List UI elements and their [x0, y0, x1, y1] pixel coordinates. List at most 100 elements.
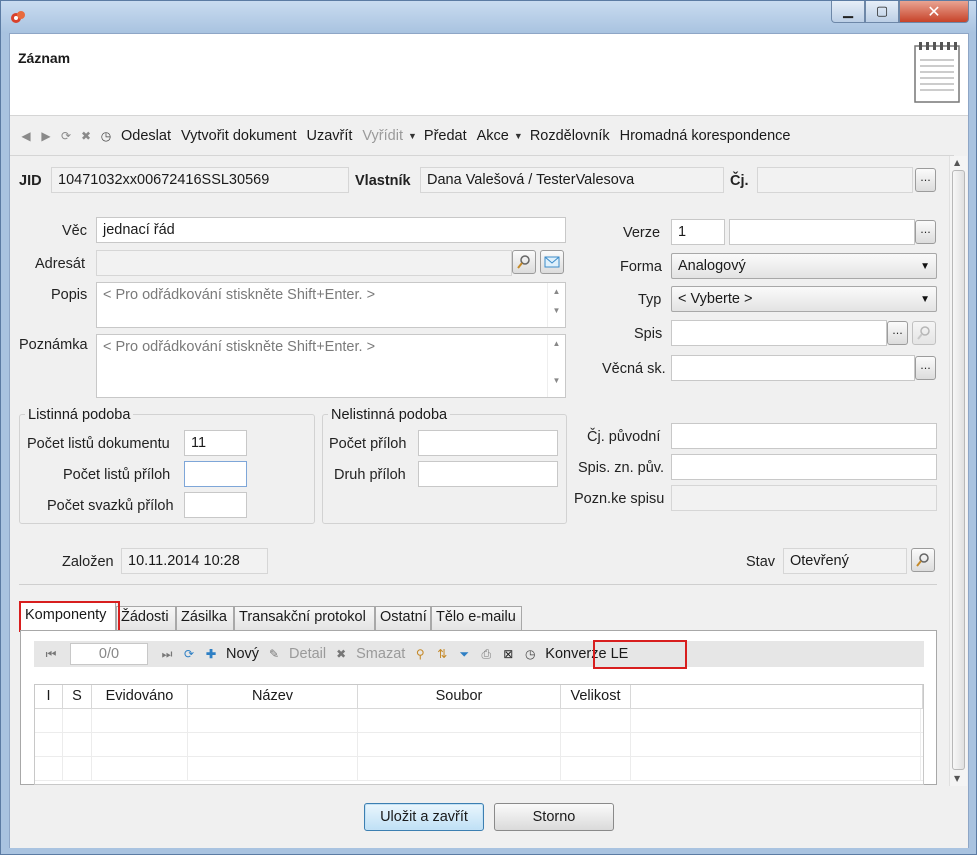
notepad-icon: [914, 42, 960, 103]
chevron-down-icon: ▼: [920, 294, 930, 305]
forward-icon[interactable]: ▶: [38, 128, 54, 144]
column-header-soubor[interactable]: Soubor: [358, 685, 561, 708]
druh-priloh-field[interactable]: [418, 461, 558, 487]
minimize-button[interactable]: ▁: [831, 1, 865, 23]
pager-field[interactable]: 0/0: [70, 643, 148, 665]
pocet-priloh-field[interactable]: [418, 430, 558, 456]
pocet-svazku-field[interactable]: [184, 492, 247, 518]
column-header-i[interactable]: I: [35, 685, 63, 708]
popis-textarea[interactable]: < Pro odřádkování stiskněte Shift+Enter.…: [96, 282, 566, 328]
refresh-icon[interactable]: ⟳: [58, 128, 74, 144]
scrollbar[interactable]: ▲ ▼: [547, 283, 565, 327]
column-header-velikost[interactable]: Velikost: [561, 685, 631, 708]
cancel-button[interactable]: Storno: [494, 803, 614, 831]
spis-search-button[interactable]: [912, 321, 936, 345]
cj-field[interactable]: [757, 167, 913, 193]
column-header-nazev[interactable]: Název: [188, 685, 358, 708]
vec-field[interactable]: jednací řád: [96, 217, 566, 243]
vertical-scrollbar[interactable]: ▲ ▼: [949, 156, 967, 786]
close-button[interactable]: ✕: [899, 1, 969, 23]
spis-zn-puv-label: Spis. zn. pův.: [578, 460, 664, 476]
history-icon[interactable]: ◷: [98, 128, 114, 144]
spis-label: Spis: [634, 326, 663, 342]
smazat-button[interactable]: Smazat: [356, 646, 405, 662]
save-close-button[interactable]: Uložit a zavřít: [364, 803, 484, 831]
uzavrit-button[interactable]: Uzavřít: [307, 128, 353, 144]
jid-field[interactable]: 10471032xx00672416SSL30569: [51, 167, 349, 193]
novy-button[interactable]: Nový: [226, 646, 259, 662]
table-row[interactable]: [35, 757, 923, 781]
sort-icon[interactable]: ⇅: [434, 646, 450, 662]
akce-button[interactable]: Akce: [477, 128, 509, 144]
typ-select[interactable]: < Vyberte > ▼: [671, 286, 937, 312]
vyridit-button[interactable]: Vyřídit: [362, 128, 403, 144]
vecna-sk-field[interactable]: [671, 355, 915, 381]
cj-browse-button[interactable]: ...: [915, 168, 936, 192]
forma-select[interactable]: Analogový ▼: [671, 253, 937, 279]
forma-label: Forma: [620, 259, 662, 275]
pozn-ke-spisu-field[interactable]: [671, 485, 937, 511]
verze-label: Verze: [623, 225, 661, 241]
pocet-listu-label: Počet listů dokumentu: [27, 436, 170, 452]
stav-search-button[interactable]: [911, 548, 935, 572]
predat-button[interactable]: Předat: [424, 128, 467, 144]
back-icon[interactable]: ◀: [18, 128, 34, 144]
add-icon: ✚: [205, 647, 217, 661]
adresat-field[interactable]: [96, 250, 512, 276]
vecna-sk-browse-button[interactable]: ...: [915, 356, 936, 380]
cj-puvodni-field[interactable]: [671, 423, 937, 449]
scroll-up-icon[interactable]: ▲: [954, 158, 960, 167]
scrollbar-thumb[interactable]: [952, 170, 965, 770]
stav-field[interactable]: Otevřený: [783, 548, 907, 574]
tab-zadosti[interactable]: Žádosti: [116, 606, 176, 630]
table-row[interactable]: [35, 733, 923, 757]
search-icon: [916, 553, 929, 567]
spis-browse-button[interactable]: ...: [887, 321, 908, 345]
column-header-s[interactable]: S: [63, 685, 92, 708]
poznamka-textarea[interactable]: < Pro odřádkování stiskněte Shift+Enter.…: [96, 334, 566, 398]
scroll-down-icon[interactable]: ▼: [954, 774, 960, 783]
stav-label: Stav: [746, 554, 776, 570]
odeslat-button[interactable]: Odeslat: [121, 128, 171, 144]
column-header-evidovano[interactable]: Evidováno: [92, 685, 188, 708]
page-title: Záznam: [18, 50, 71, 66]
hromadna-korespondence-button[interactable]: Hromadná korespondence: [620, 128, 791, 144]
verze-field[interactable]: 1: [671, 219, 725, 245]
app-window: ▁ ▢ ✕ Záznam ◀ ▶ ⟳ ✖ ◷ Odeslat Vytvořit …: [0, 0, 977, 855]
typ-value: < Vyberte >: [678, 291, 753, 307]
poznamka-label: Poznámka: [19, 337, 88, 353]
rozdelovnik-button[interactable]: Rozdělovník: [530, 128, 610, 144]
verze-note-field[interactable]: [729, 219, 915, 245]
filter-icon[interactable]: ⏷: [456, 646, 472, 662]
table-row[interactable]: [35, 709, 923, 733]
tab-telo-emailu[interactable]: Tělo e-mailu: [431, 606, 522, 630]
search-icon[interactable]: ⚲: [412, 646, 428, 662]
pocet-listu-field[interactable]: 11: [184, 430, 247, 456]
spis-zn-puv-field[interactable]: [671, 454, 937, 480]
export-excel-icon[interactable]: ⊠: [500, 646, 516, 662]
adresat-search-button[interactable]: [512, 250, 536, 274]
last-page-icon[interactable]: ⏭: [159, 646, 175, 662]
app-icon: [11, 11, 25, 23]
chevron-down-icon[interactable]: ▼: [408, 131, 417, 141]
detail-button[interactable]: Detail: [289, 646, 326, 662]
listinna-title: Listinná podoba: [25, 407, 134, 423]
chevron-down-icon[interactable]: ▼: [514, 131, 523, 141]
tab-zasilka[interactable]: Zásilka: [176, 606, 234, 630]
tab-ostatni[interactable]: Ostatní: [375, 606, 431, 630]
adresat-mail-button[interactable]: [540, 250, 564, 274]
print-icon[interactable]: ⎙: [478, 646, 494, 662]
zalozen-field[interactable]: 10.11.2014 10:28: [121, 548, 268, 574]
maximize-button[interactable]: ▢: [865, 1, 899, 23]
spis-field[interactable]: [671, 320, 887, 346]
vec-label: Věc: [62, 223, 87, 239]
vytvorit-dokument-button[interactable]: Vytvořit dokument: [181, 128, 297, 144]
verze-browse-button[interactable]: ...: [915, 220, 936, 244]
tab-transakcni-protokol[interactable]: Transakční protokol: [234, 606, 375, 630]
refresh-icon[interactable]: ⟳: [181, 646, 197, 662]
vlastnik-field[interactable]: Dana Valešová / TesterValesova: [420, 167, 724, 193]
delete-record-icon[interactable]: ✖: [78, 128, 94, 144]
first-page-icon[interactable]: ⏮: [43, 646, 59, 662]
scrollbar[interactable]: ▲ ▼: [547, 335, 565, 397]
pocet-listu-priloh-field[interactable]: [184, 461, 247, 487]
